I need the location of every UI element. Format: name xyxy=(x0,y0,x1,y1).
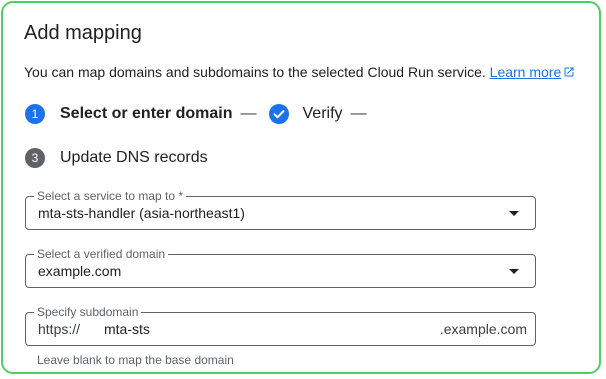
step-1-number: 1 xyxy=(25,104,45,124)
subdomain-input[interactable] xyxy=(104,319,394,339)
step-2-label: Verify xyxy=(302,105,343,122)
step-separator: — xyxy=(240,105,257,122)
stepper: 1 Select or enter domain — Verify — xyxy=(25,104,375,124)
dropdown-arrow-icon[interactable] xyxy=(509,211,519,216)
url-prefix: https:// xyxy=(38,321,81,337)
domain-select-value: example.com xyxy=(38,263,122,279)
dialog-title: Add mapping xyxy=(24,22,142,44)
service-select[interactable]: Select a service to map to * mta-sts-han… xyxy=(25,189,536,230)
dialog-description: You can map domains and subdomains to th… xyxy=(24,64,575,81)
add-mapping-dialog: Add mapping You can map domains and subd… xyxy=(1,1,601,374)
domain-select[interactable]: Select a verified domain example.com xyxy=(25,247,536,288)
step-3-number: 3 xyxy=(25,148,45,168)
service-select-value: mta-sts-handler (asia-northeast1) xyxy=(38,205,245,221)
subdomain-field: Specify subdomain https:// .example.com xyxy=(25,305,536,346)
service-select-label: Select a service to map to * xyxy=(34,189,187,203)
step-1-label: Select or enter domain xyxy=(60,105,233,122)
step-separator: — xyxy=(350,105,367,122)
check-circle-icon xyxy=(268,104,289,124)
description-text: You can map domains and subdomains to th… xyxy=(24,64,486,80)
subdomain-field-label: Specify subdomain xyxy=(34,305,142,319)
learn-more-link[interactable]: Learn more xyxy=(490,64,562,80)
step-3-label: Update DNS records xyxy=(60,149,208,166)
external-link-icon[interactable] xyxy=(563,65,575,81)
stepper-row-2: 3 Update DNS records xyxy=(25,148,208,168)
dropdown-arrow-icon[interactable] xyxy=(509,269,519,274)
subdomain-hint: Leave blank to map the base domain xyxy=(37,353,234,367)
domain-select-label: Select a verified domain xyxy=(34,247,169,261)
domain-suffix: .example.com xyxy=(439,321,527,337)
